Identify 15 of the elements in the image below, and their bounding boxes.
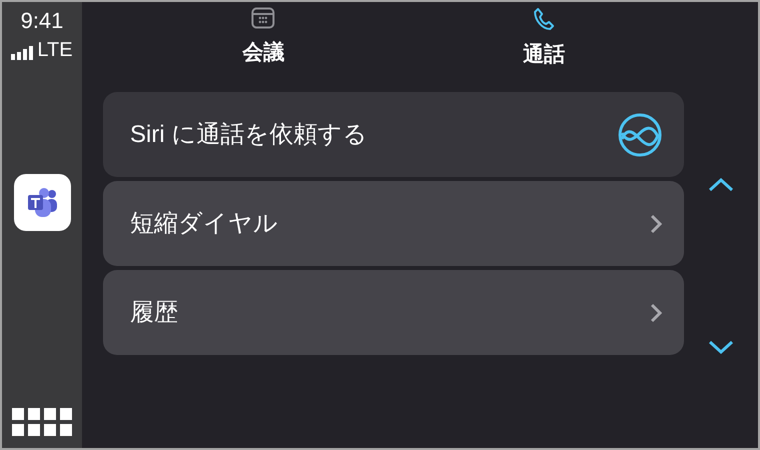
list-item[interactable]: 履歴	[103, 270, 684, 355]
network-label: LTE	[37, 40, 73, 60]
list-item[interactable]: 短縮ダイヤル	[103, 181, 684, 266]
app-grid-icon[interactable]	[12, 408, 72, 436]
clock-time: 9:41	[20, 10, 64, 32]
siri-icon	[618, 112, 662, 156]
scroll-up-icon[interactable]	[708, 178, 734, 192]
chevron-right-icon	[650, 302, 662, 322]
tab[interactable]: 通話	[404, 2, 684, 92]
chevron-right-icon	[650, 214, 662, 234]
app-icon[interactable]	[14, 174, 70, 231]
tab[interactable]: 会議	[123, 2, 404, 92]
signal-icon	[11, 46, 36, 60]
scroll-down-icon[interactable]	[708, 340, 734, 354]
list-item[interactable]: Siri に通話を依頼する	[103, 92, 684, 177]
